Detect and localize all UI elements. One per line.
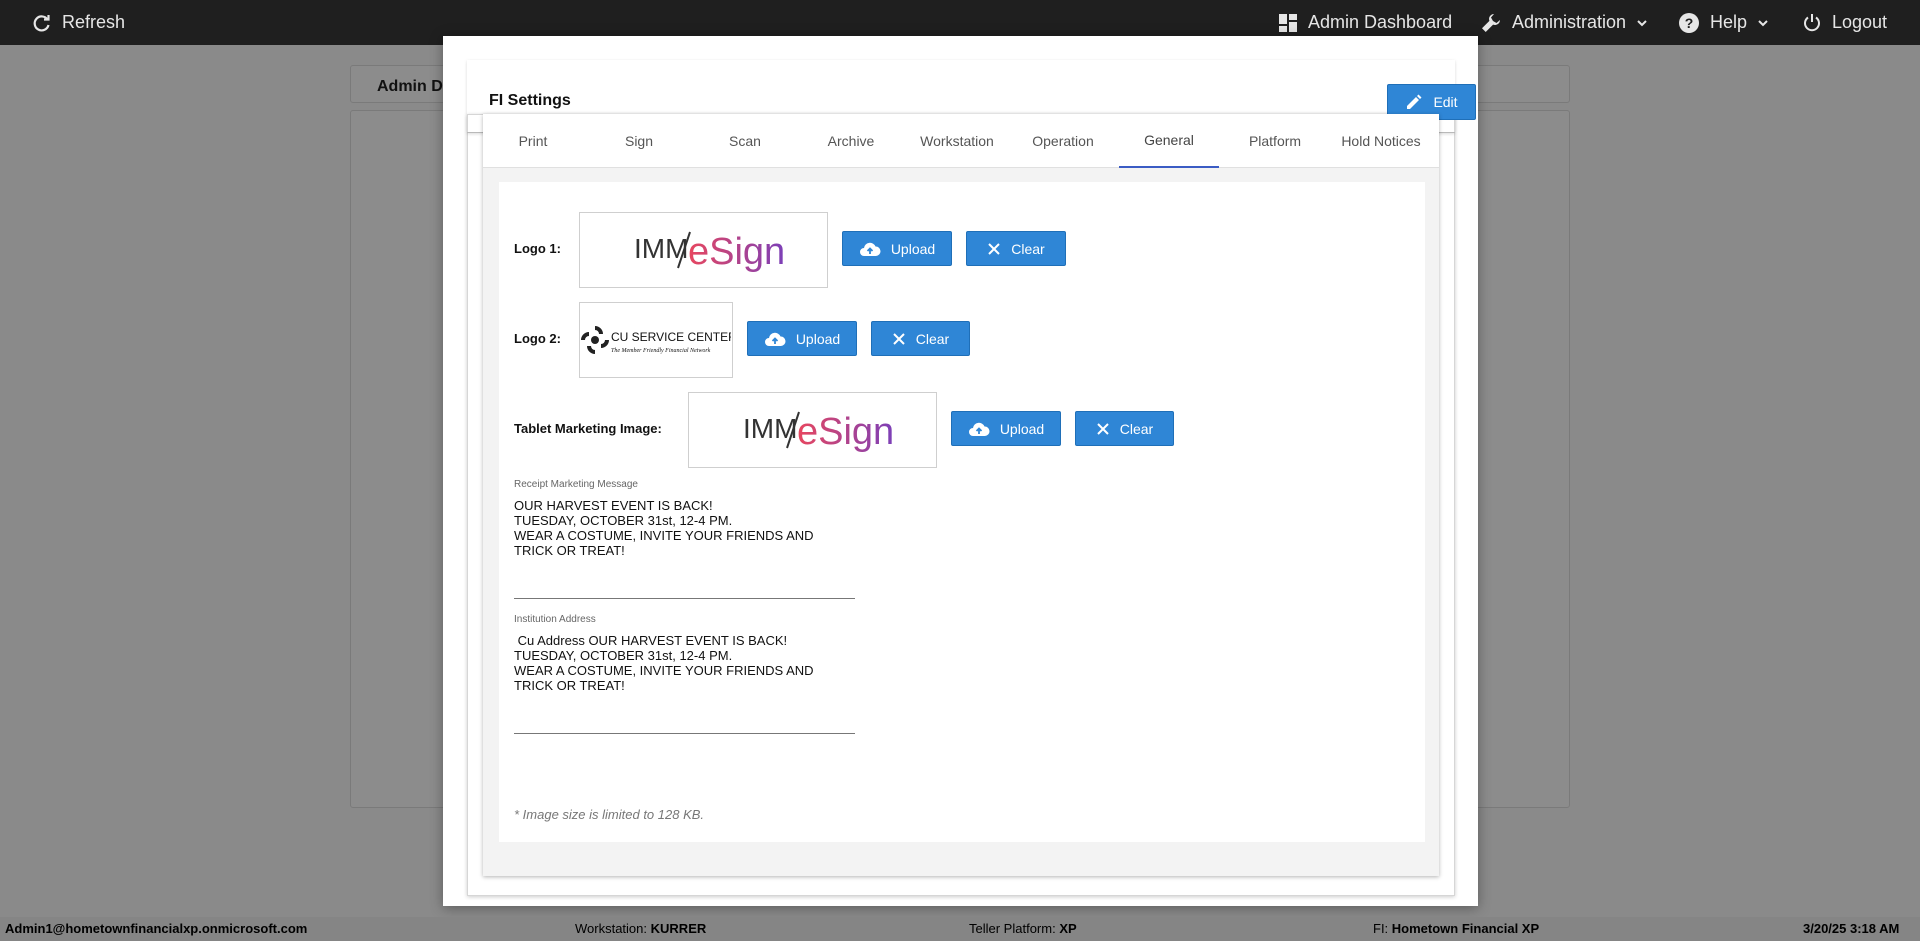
logo1-label: Logo 1: — [514, 241, 561, 256]
fi-value: Hometown Financial XP — [1391, 921, 1540, 936]
cloud-upload-icon — [859, 242, 881, 256]
upload-label: Upload — [795, 330, 841, 347]
platform-value: XP — [1059, 921, 1077, 936]
cloud-upload-icon — [968, 422, 990, 436]
institution-address-field[interactable]: Cu Address OUR HARVEST EVENT IS BACK! TU… — [514, 633, 854, 693]
fi-label: FI: — [1373, 921, 1389, 936]
chevron-down-icon — [1758, 19, 1768, 26]
chevron-down-icon — [1637, 19, 1647, 26]
clear-label: Clear — [1011, 240, 1045, 257]
close-icon — [893, 332, 905, 345]
help-menu[interactable]: ? Help — [1678, 0, 1769, 45]
status-bar: Admin1@hometownfinancialxp.onmicrosoft.c… — [0, 917, 1920, 941]
logo2-preview: CU SERVICE CENTERS® The Member Friendly … — [579, 302, 733, 378]
tab-scan[interactable]: Scan — [695, 114, 795, 168]
immesign-logo: IMM eSign — [743, 411, 894, 453]
tablet-upload-button[interactable]: Upload — [951, 411, 1061, 446]
cu-service-centers-logo: CU SERVICE CENTERS® The Member Friendly … — [581, 326, 731, 354]
tab-label: Print — [518, 133, 548, 149]
refresh-icon — [33, 14, 50, 31]
tab-label: General — [1144, 132, 1194, 148]
receipt-marketing-message-label: Receipt Marketing Message — [514, 479, 638, 490]
upload-label: Upload — [890, 240, 936, 257]
close-icon — [1097, 422, 1109, 435]
tab-archive[interactable]: Archive — [801, 114, 901, 168]
logo2-upload-button[interactable]: Upload — [747, 321, 857, 356]
tab-label: Archive — [827, 133, 875, 149]
tab-print[interactable]: Print — [483, 114, 583, 168]
footer-workstation: Workstation: KURRER — [575, 921, 706, 936]
tab-sign[interactable]: Sign — [589, 114, 689, 168]
svg-text:?: ? — [1685, 15, 1694, 31]
svg-text:The Member Friendly Financial: The Member Friendly Financial Network — [611, 348, 711, 354]
svg-text:CU SERVICE CENTERS®: CU SERVICE CENTERS® — [611, 330, 731, 344]
modal-title: FI Settings — [489, 92, 571, 109]
tab-label: Sign — [624, 133, 654, 149]
workstation-value: KURRER — [650, 921, 707, 936]
upload-label: Upload — [999, 420, 1045, 437]
clear-label: Clear — [1119, 420, 1154, 437]
logo2-clear-button[interactable]: Clear — [871, 321, 970, 356]
tab-label: Scan — [729, 133, 761, 149]
datetime: 3/20/25 3:18 AM — [1803, 921, 1900, 936]
administration-menu[interactable]: Administration — [1480, 0, 1648, 45]
pencil-icon — [1407, 94, 1422, 109]
help-label: Help — [1710, 12, 1748, 32]
tab-general[interactable]: General — [1119, 114, 1219, 168]
wrench-icon — [1482, 13, 1500, 32]
refresh-button[interactable]: Refresh — [32, 0, 125, 45]
clear-label: Clear — [915, 330, 950, 347]
receipt-marketing-message-field[interactable]: OUR HARVEST EVENT IS BACK! TUESDAY, OCTO… — [514, 498, 854, 558]
footer-datetime: 3/20/25 3:18 AM — [1803, 921, 1899, 936]
footer-user: Admin1@hometownfinancialxp.onmicrosoft.c… — [5, 921, 307, 936]
footer-teller-platform: Teller Platform: XP — [969, 921, 1077, 936]
footer-fi: FI: Hometown Financial XP — [1373, 921, 1539, 936]
admin-dashboard-label: Admin Dashboard — [1308, 12, 1453, 32]
tab-label: Hold Notices — [1341, 133, 1421, 149]
image-size-note: * Image size is limited to 128 KB. — [514, 807, 705, 822]
help-icon: ? — [1679, 12, 1699, 33]
logo2-label: Logo 2: — [514, 331, 561, 346]
tablet-marketing-image-preview: IMM eSign — [688, 392, 937, 468]
logout-label: Logout — [1832, 12, 1888, 32]
background-tab-label: Admin D — [377, 78, 443, 95]
user-email: Admin1@hometownfinancialxp.onmicrosoft.c… — [5, 921, 308, 936]
tab-operation[interactable]: Operation — [1013, 114, 1113, 168]
tab-label: Platform — [1248, 133, 1302, 149]
logo1-preview: IMM eSign — [579, 212, 828, 288]
svg-text:eSign: eSign — [688, 231, 785, 273]
fi-settings-modal: FI Settings Edit Print Sign Scan Archive… — [443, 36, 1478, 906]
power-icon — [1804, 13, 1820, 31]
svg-text:eSign: eSign — [797, 411, 894, 453]
close-icon — [988, 242, 1000, 255]
immesign-logo: IMM eSign — [634, 231, 785, 273]
tab-label: Operation — [1032, 133, 1094, 149]
tab-hold-notices[interactable]: Hold Notices — [1331, 114, 1431, 168]
institution-address-label: Institution Address — [514, 614, 596, 625]
tab-platform[interactable]: Platform — [1225, 114, 1325, 168]
cloud-upload-icon — [764, 332, 786, 346]
settings-tabs-card: Print Sign Scan Archive Workstation Oper… — [483, 114, 1439, 876]
general-tab-content: Logo 1: IMM eSign Upload Clear Logo 2: C… — [499, 182, 1425, 842]
edit-label: Edit — [1433, 94, 1458, 110]
tab-label: Workstation — [920, 133, 994, 149]
refresh-label: Refresh — [62, 12, 126, 32]
administration-label: Administration — [1512, 12, 1627, 32]
tablet-clear-button[interactable]: Clear — [1075, 411, 1174, 446]
dashboard-icon — [1279, 13, 1297, 32]
logo1-upload-button[interactable]: Upload — [842, 231, 952, 266]
tablet-marketing-image-label: Tablet Marketing Image: — [514, 421, 662, 436]
tab-strip: Print Sign Scan Archive Workstation Oper… — [483, 114, 1439, 168]
address-field-underline — [514, 733, 855, 734]
workstation-label: Workstation: — [575, 921, 648, 936]
receipt-field-underline — [514, 598, 855, 599]
logo1-clear-button[interactable]: Clear — [966, 231, 1066, 266]
tab-workstation[interactable]: Workstation — [907, 114, 1007, 168]
platform-label: Teller Platform: — [969, 921, 1056, 936]
logout-button[interactable]: Logout — [1802, 0, 1887, 45]
